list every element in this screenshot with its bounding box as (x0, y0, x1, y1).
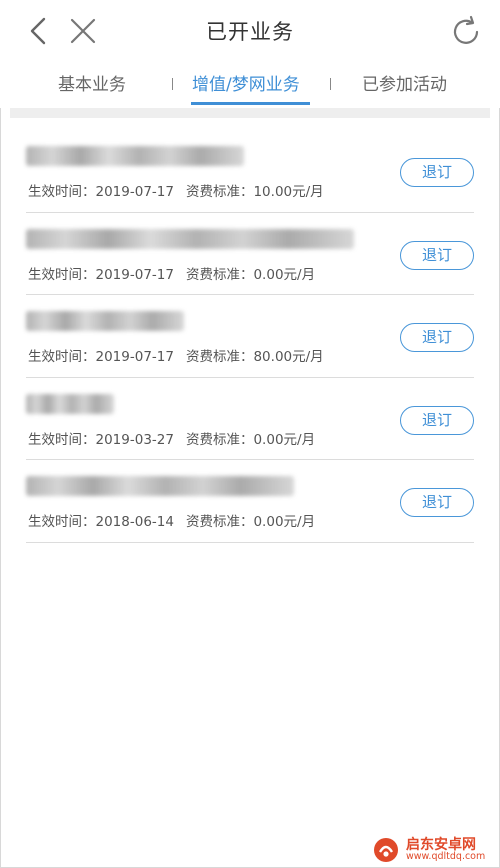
tab-joined-activities[interactable]: 已参加活动 (362, 70, 447, 102)
fee-standard: 资费标准：80.00元/月 (185, 349, 324, 365)
fee-standard: 资费标准：10.00元/月 (185, 184, 324, 200)
list-item: 生效时间：2018-06-14 资费标准：0.00元/月 退订 (26, 460, 474, 543)
service-name-redacted (26, 146, 244, 166)
title-bar: 已开业务 (0, 0, 500, 62)
service-meta: 生效时间：2019-07-17 资费标准：80.00元/月 (28, 345, 324, 365)
service-name-redacted (26, 476, 294, 496)
page-title: 已开业务 (206, 20, 294, 44)
section-spacer (10, 108, 490, 118)
tab-divider (330, 78, 331, 90)
watermark-logo-icon (372, 836, 402, 864)
fee-standard: 资费标准：0.00元/月 (185, 514, 316, 530)
service-name-redacted (26, 228, 354, 249)
unsubscribe-button[interactable]: 退订 (400, 488, 474, 517)
unsubscribe-button[interactable]: 退订 (400, 323, 474, 352)
service-meta: 生效时间：2018-06-14 资费标准：0.00元/月 (28, 510, 315, 530)
service-list: 生效时间：2019-07-17 资费标准：10.00元/月 退订 生效时间：201… (26, 130, 474, 543)
site-watermark: 启东安卓网 www.qdltdq.com (372, 832, 500, 866)
effective-date: 生效时间：2018-06-14 (28, 514, 174, 530)
effective-date: 生效时间：2019-07-17 (28, 266, 174, 283)
tab-bar: 基本业务 增值/梦网业务 已参加活动 (0, 62, 500, 108)
effective-date: 生效时间：2019-03-27 (28, 431, 174, 448)
active-tab-indicator (191, 102, 310, 105)
refresh-icon[interactable] (448, 14, 484, 50)
list-item: 生效时间：2019-07-17 资费标准：0.00元/月 退订 (26, 213, 474, 295)
list-item: 生效时间：2019-03-27 资费标准：0.00元/月 退订 (26, 378, 474, 460)
watermark-url: www.qdltdq.com (406, 851, 486, 862)
fee-standard: 资费标准：0.00元/月 (185, 266, 316, 283)
effective-date: 生效时间：2019-07-17 (28, 184, 174, 200)
unsubscribe-button[interactable]: 退订 (400, 240, 474, 270)
effective-date: 生效时间：2019-07-17 (28, 349, 174, 365)
unsubscribe-button[interactable]: 退订 (400, 405, 474, 435)
service-name-redacted (26, 393, 114, 414)
list-item: 生效时间：2019-07-17 资费标准：10.00元/月 退订 (26, 130, 474, 213)
tab-divider (172, 78, 173, 90)
tab-value-added-services[interactable]: 增值/梦网业务 (192, 70, 300, 102)
service-meta: 生效时间：2019-03-27 资费标准：0.00元/月 (28, 428, 315, 448)
service-meta: 生效时间：2019-07-17 资费标准：0.00元/月 (28, 263, 315, 283)
unsubscribe-button[interactable]: 退订 (400, 158, 474, 187)
tab-basic-services[interactable]: 基本业务 (58, 70, 126, 102)
list-item: 生效时间：2019-07-17 资费标准：80.00元/月 退订 (26, 295, 474, 378)
fee-standard: 资费标准：0.00元/月 (185, 431, 316, 448)
service-name-redacted (26, 311, 184, 331)
service-meta: 生效时间：2019-07-17 资费标准：10.00元/月 (28, 180, 324, 200)
